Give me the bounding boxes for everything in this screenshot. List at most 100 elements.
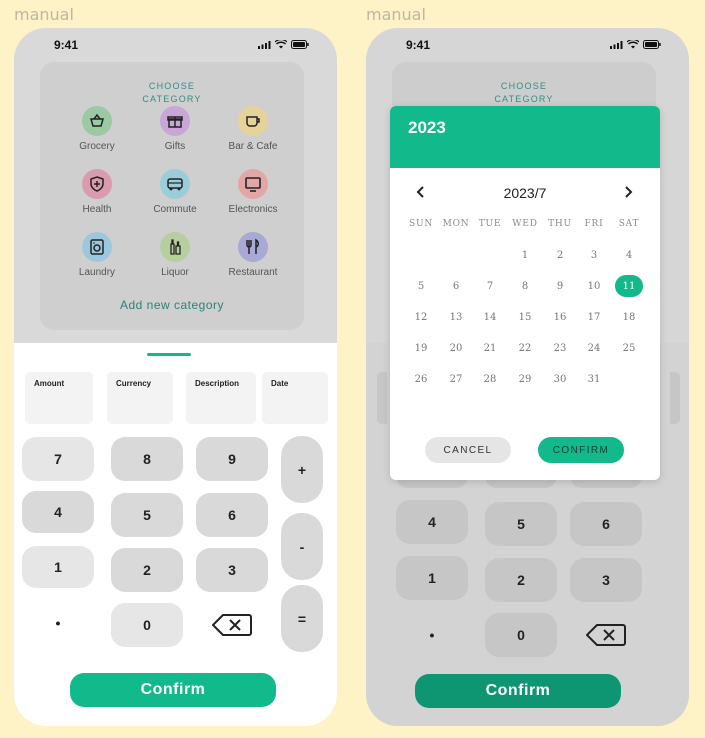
calendar-day[interactable]: 2 xyxy=(546,244,574,266)
confirm-button[interactable]: Confirm xyxy=(70,673,276,707)
key-6[interactable]: 6 xyxy=(196,493,268,537)
calendar-day[interactable]: 13 xyxy=(442,306,470,328)
cancel-button[interactable]: CANCEL xyxy=(425,437,511,463)
signal-icon xyxy=(258,40,271,49)
category-grocery[interactable]: Grocery xyxy=(57,106,137,152)
calendar-day[interactable]: 20 xyxy=(442,337,470,359)
calendar-day[interactable]: 10 xyxy=(580,275,608,297)
calendar-day[interactable]: 11 xyxy=(615,275,643,297)
currency-field[interactable]: Currency xyxy=(107,372,173,424)
key-2[interactable]: 2 xyxy=(111,548,183,592)
key-1-dimmed[interactable]: 1 xyxy=(396,556,468,600)
category-label: Bar & Cafe xyxy=(228,141,278,152)
bottles-icon xyxy=(170,239,181,255)
weekday-mon: MON xyxy=(442,219,470,229)
calendar-day[interactable]: 26 xyxy=(407,368,435,390)
label-right: manual xyxy=(366,5,426,24)
calendar-day[interactable]: 1 xyxy=(511,244,539,266)
key-7[interactable]: 7 xyxy=(22,437,94,481)
key-5-dimmed[interactable]: 5 xyxy=(485,502,557,546)
calendar-day[interactable]: 7 xyxy=(476,275,504,297)
calendar-day[interactable]: 23 xyxy=(546,337,574,359)
confirm-button-dimmed[interactable]: Confirm xyxy=(415,674,621,708)
amount-field[interactable]: Amount xyxy=(25,372,93,424)
key-dot[interactable]: • xyxy=(22,601,94,645)
calendar-day[interactable]: 27 xyxy=(442,368,470,390)
category-panel: CHOOSE CATEGORY Grocery Gifts Bar & Cafe He… xyxy=(40,62,304,330)
calendar-day[interactable]: 5 xyxy=(407,275,435,297)
calendar-day[interactable]: 12 xyxy=(407,306,435,328)
calendar-day[interactable]: 4 xyxy=(615,244,643,266)
category-restaurant[interactable]: Restaurant xyxy=(213,232,293,278)
calendar-day[interactable]: 9 xyxy=(546,275,574,297)
next-month-button[interactable] xyxy=(618,182,638,202)
category-bar-cafe[interactable]: Bar & Cafe xyxy=(213,106,293,152)
key-8[interactable]: 8 xyxy=(111,437,183,481)
calendar-day[interactable]: 8 xyxy=(511,275,539,297)
key-dot-dimmed[interactable]: • xyxy=(396,613,468,657)
calendar-day[interactable]: 31 xyxy=(580,368,608,390)
category-health[interactable]: Health xyxy=(57,169,137,215)
date-picker-year[interactable]: 2023 xyxy=(408,118,446,138)
coffee-cup-icon xyxy=(246,116,260,127)
category-commute[interactable]: Commute xyxy=(135,169,215,215)
calendar-day[interactable]: 28 xyxy=(476,368,504,390)
input-sheet: Amount Currency Description Date 7 8 9 4… xyxy=(14,343,337,726)
shield-plus-icon xyxy=(90,176,104,192)
backspace-key[interactable] xyxy=(196,603,268,647)
category-label: Grocery xyxy=(79,141,115,152)
category-gifts[interactable]: Gifts xyxy=(135,106,215,152)
weekday-wed: WED xyxy=(512,219,538,229)
category-electronics[interactable]: Electronics xyxy=(213,169,293,215)
calendar-day[interactable]: 6 xyxy=(442,275,470,297)
category-liquor[interactable]: Liquor xyxy=(135,232,215,278)
category-title-dimmed: CHOOSE CATEGORY xyxy=(392,80,656,106)
weekday-sat: SAT xyxy=(618,219,640,229)
key-6-dimmed[interactable]: 6 xyxy=(570,502,642,546)
category-title-line1: CHOOSE xyxy=(500,81,548,91)
battery-icon xyxy=(291,40,309,49)
prev-month-button[interactable] xyxy=(411,182,431,202)
date-field[interactable]: Date xyxy=(262,372,328,424)
key-equals[interactable]: = xyxy=(281,585,323,652)
key-4-dimmed[interactable]: 4 xyxy=(396,500,468,544)
calendar-day[interactable]: 21 xyxy=(476,337,504,359)
calendar-day[interactable]: 22 xyxy=(511,337,539,359)
calendar-day[interactable]: 15 xyxy=(511,306,539,328)
calendar-day[interactable]: 25 xyxy=(615,337,643,359)
date-picker-header: 2023 xyxy=(390,106,660,168)
calendar-day[interactable]: 14 xyxy=(476,306,504,328)
category-laundry[interactable]: Laundry xyxy=(57,232,137,278)
calendar-day[interactable]: 3 xyxy=(580,244,608,266)
calendar-day[interactable]: 19 xyxy=(407,337,435,359)
key-9[interactable]: 9 xyxy=(196,437,268,481)
key-plus[interactable]: + xyxy=(281,436,323,503)
add-category-link[interactable]: Add new category xyxy=(40,298,304,312)
category-icon-circle xyxy=(82,169,112,199)
key-3[interactable]: 3 xyxy=(196,548,268,592)
calendar-day[interactable]: 29 xyxy=(511,368,539,390)
sheet-handle[interactable] xyxy=(147,353,191,356)
month-navigation: 2023/7 xyxy=(390,182,660,202)
key-5[interactable]: 5 xyxy=(111,493,183,537)
backspace-key-dimmed[interactable] xyxy=(570,613,642,657)
calendar-day[interactable]: 16 xyxy=(546,306,574,328)
weekday-fri: FRI xyxy=(584,219,604,229)
category-icon-circle xyxy=(82,106,112,136)
category-label: Gifts xyxy=(164,141,186,152)
key-3-dimmed[interactable]: 3 xyxy=(570,558,642,602)
key-0-dimmed[interactable]: 0 xyxy=(485,613,557,657)
key-2-dimmed[interactable]: 2 xyxy=(485,558,557,602)
calendar-day[interactable]: 17 xyxy=(580,306,608,328)
calendar-day[interactable]: 24 xyxy=(580,337,608,359)
calendar-day[interactable]: 18 xyxy=(615,306,643,328)
key-0[interactable]: 0 xyxy=(111,603,183,647)
dimmed-field-right xyxy=(670,372,680,424)
description-field[interactable]: Description xyxy=(186,372,256,424)
key-4[interactable]: 4 xyxy=(22,491,94,533)
key-minus[interactable]: - xyxy=(281,513,323,580)
key-1[interactable]: 1 xyxy=(22,546,94,588)
dialog-confirm-button[interactable]: CONFIRM xyxy=(538,437,624,463)
signal-icon xyxy=(610,40,623,49)
calendar-day[interactable]: 30 xyxy=(546,368,574,390)
